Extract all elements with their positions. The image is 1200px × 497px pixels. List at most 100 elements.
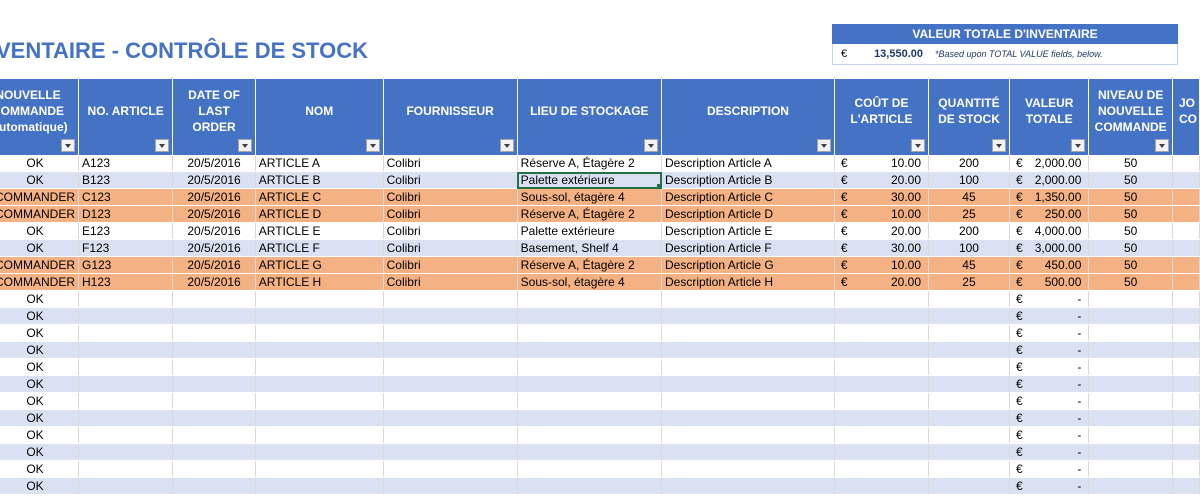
cell-reorder-status[interactable]: OK <box>0 155 79 172</box>
cell-unit-cost[interactable]: €30.00 <box>834 239 930 257</box>
cell-empty[interactable] <box>78 307 174 325</box>
column-header-description[interactable]: DESCRIPTION <box>661 79 835 155</box>
cell-unit-cost[interactable]: €10.00 <box>834 256 930 274</box>
cell-reorder-level[interactable] <box>1088 375 1173 393</box>
cell-reorder-level[interactable]: 50 <box>1088 171 1173 189</box>
cell-days[interactable] <box>1172 460 1200 478</box>
cell-total-value[interactable]: €2,000.00 <box>1009 155 1090 172</box>
cell-reorder-status[interactable]: OK <box>0 477 79 495</box>
cell-empty[interactable] <box>383 307 518 325</box>
cell-article-no[interactable]: G123 <box>78 256 174 274</box>
cell-quantity[interactable]: 100 <box>928 239 1010 257</box>
cell-empty[interactable] <box>78 341 174 359</box>
cell-quantity[interactable]: 45 <box>928 188 1010 206</box>
cell-total-value[interactable]: €1,350.00 <box>1009 188 1090 206</box>
cell-days[interactable] <box>1172 239 1200 257</box>
cell-empty[interactable] <box>78 358 174 376</box>
cell-days[interactable] <box>1172 409 1200 427</box>
cell-days[interactable] <box>1172 273 1200 291</box>
cell-article-no[interactable]: F123 <box>78 239 174 257</box>
cell-article-no[interactable]: B123 <box>78 171 174 189</box>
cell-unit-cost[interactable] <box>834 358 930 376</box>
cell-description[interactable]: Description Article B <box>661 171 835 189</box>
cell-last-order[interactable]: 20/5/2016 <box>172 273 256 291</box>
cell-empty[interactable] <box>661 477 835 495</box>
cell-total-value[interactable]: €3,000.00 <box>1009 239 1090 257</box>
cell-empty[interactable] <box>661 426 835 444</box>
cell-empty[interactable] <box>255 341 384 359</box>
cell-days[interactable] <box>1172 426 1200 444</box>
cell-reorder-status[interactable]: OK <box>0 171 79 189</box>
cell-reorder-status[interactable]: OK <box>0 375 79 393</box>
cell-reorder-level[interactable]: 50 <box>1088 205 1173 223</box>
cell-description[interactable]: Description Article A <box>661 155 835 172</box>
cell-reorder-status[interactable]: OK <box>0 460 79 478</box>
cell-unit-cost[interactable]: €20.00 <box>834 222 930 240</box>
cell-empty[interactable] <box>661 341 835 359</box>
cell-empty[interactable] <box>255 307 384 325</box>
cell-article-no[interactable]: C123 <box>78 188 174 206</box>
cell-quantity[interactable] <box>928 358 1010 376</box>
cell-description[interactable]: Description Article C <box>661 188 835 206</box>
cell-quantity[interactable]: 100 <box>928 171 1010 189</box>
cell-reorder-level[interactable] <box>1088 290 1173 308</box>
cell-total-value[interactable]: € - <box>1009 443 1090 461</box>
cell-days[interactable] <box>1172 205 1200 223</box>
cell-reorder-level[interactable] <box>1088 409 1173 427</box>
filter-dropdown-icon[interactable] <box>61 139 75 152</box>
cell-total-value[interactable]: € - <box>1009 324 1090 342</box>
cell-supplier[interactable]: Colibri <box>383 273 518 291</box>
cell-name[interactable]: ARTICLE C <box>255 188 384 206</box>
cell-name[interactable]: ARTICLE H <box>255 273 384 291</box>
cell-unit-cost[interactable] <box>834 307 930 325</box>
cell-location[interactable]: Réserve A, Étagère 2 <box>517 155 663 172</box>
cell-days[interactable] <box>1172 307 1200 325</box>
cell-reorder-level[interactable]: 50 <box>1088 188 1173 206</box>
cell-reorder-level[interactable] <box>1088 426 1173 444</box>
cell-empty[interactable] <box>517 358 663 376</box>
cell-total-value[interactable]: € - <box>1009 477 1090 495</box>
cell-empty[interactable] <box>172 341 256 359</box>
cell-reorder-status[interactable]: OK <box>0 443 79 461</box>
cell-quantity[interactable] <box>928 477 1010 495</box>
cell-supplier[interactable]: Colibri <box>383 205 518 223</box>
cell-reorder-level[interactable] <box>1088 443 1173 461</box>
cell-unit-cost[interactable] <box>834 460 930 478</box>
cell-unit-cost[interactable] <box>834 324 930 342</box>
cell-unit-cost[interactable] <box>834 392 930 410</box>
cell-quantity[interactable]: 200 <box>928 155 1010 172</box>
cell-days[interactable] <box>1172 290 1200 308</box>
cell-empty[interactable] <box>172 460 256 478</box>
cell-quantity[interactable]: 45 <box>928 256 1010 274</box>
cell-empty[interactable] <box>78 477 174 495</box>
cell-reorder-status[interactable]: OK <box>0 290 79 308</box>
cell-quantity[interactable] <box>928 324 1010 342</box>
column-header-location[interactable]: LIEU DE STOCKAGE <box>517 79 663 155</box>
cell-total-value[interactable]: € - <box>1009 341 1090 359</box>
cell-days[interactable] <box>1172 256 1200 274</box>
column-header-supplier[interactable]: FOURNISSEUR <box>383 79 518 155</box>
cell-quantity[interactable] <box>928 460 1010 478</box>
cell-empty[interactable] <box>383 358 518 376</box>
cell-empty[interactable] <box>383 443 518 461</box>
cell-unit-cost[interactable] <box>834 443 930 461</box>
cell-last-order[interactable]: 20/5/2016 <box>172 256 256 274</box>
cell-name[interactable]: ARTICLE F <box>255 239 384 257</box>
cell-empty[interactable] <box>383 290 518 308</box>
cell-total-value[interactable]: € - <box>1009 358 1090 376</box>
cell-empty[interactable] <box>661 409 835 427</box>
cell-quantity[interactable] <box>928 375 1010 393</box>
cell-reorder-status[interactable]: OK <box>0 239 79 257</box>
cell-empty[interactable] <box>517 375 663 393</box>
cell-reorder-status[interactable]: OK <box>0 307 79 325</box>
cell-total-value[interactable]: €450.00 <box>1009 256 1090 274</box>
cell-unit-cost[interactable]: €30.00 <box>834 188 930 206</box>
cell-quantity[interactable]: 25 <box>928 205 1010 223</box>
cell-days[interactable] <box>1172 324 1200 342</box>
cell-empty[interactable] <box>661 358 835 376</box>
cell-last-order[interactable]: 20/5/2016 <box>172 171 256 189</box>
cell-reorder-level[interactable] <box>1088 307 1173 325</box>
cell-total-value[interactable]: € - <box>1009 460 1090 478</box>
cell-reorder-status[interactable]: OK <box>0 426 79 444</box>
cell-unit-cost[interactable] <box>834 375 930 393</box>
